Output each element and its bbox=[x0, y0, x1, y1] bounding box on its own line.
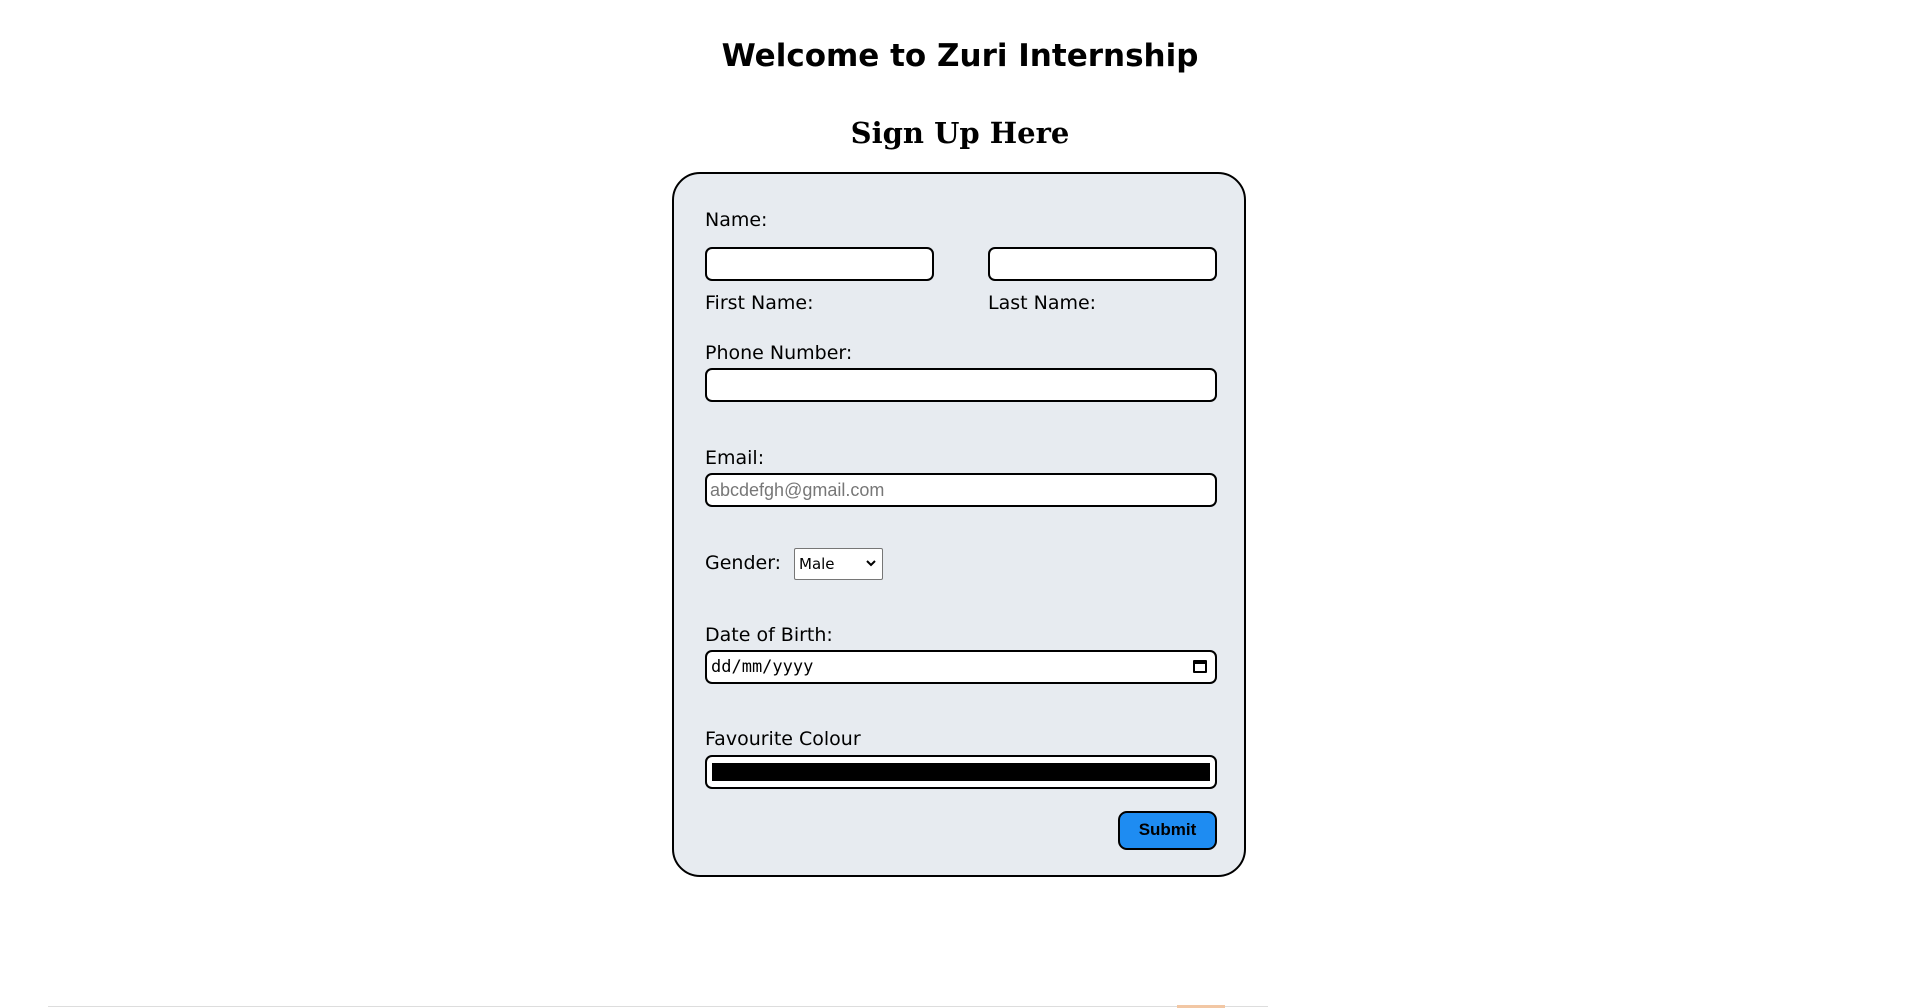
colour-label: Favourite Colour bbox=[705, 728, 861, 750]
colour-swatch bbox=[712, 763, 1210, 781]
calendar-icon[interactable] bbox=[1193, 660, 1207, 673]
signup-form: Name: First Name: Last Name: Phone Numbe… bbox=[672, 172, 1246, 877]
dob-placeholder: dd/mm/yyyy bbox=[711, 657, 814, 677]
dob-input[interactable]: dd/mm/yyyy bbox=[705, 650, 1217, 684]
email-label: Email: bbox=[705, 447, 765, 469]
gender-select[interactable]: Male bbox=[794, 548, 883, 580]
email-placeholder: abcdefgh@gmail.com bbox=[710, 480, 885, 500]
email-input[interactable]: abcdefgh@gmail.com bbox=[705, 473, 1217, 507]
phone-input[interactable] bbox=[705, 368, 1217, 402]
colour-input[interactable] bbox=[705, 755, 1217, 789]
dob-label: Date of Birth: bbox=[705, 624, 833, 646]
name-label: Name: bbox=[705, 209, 768, 231]
gender-label: Gender: bbox=[705, 552, 782, 574]
page-title: Welcome to Zuri Internship bbox=[721, 38, 1199, 74]
gender-selected-value: Male bbox=[799, 555, 835, 573]
bottom-divider bbox=[48, 1006, 1268, 1007]
last-name-input[interactable] bbox=[988, 247, 1217, 281]
page-subtitle: Sign Up Here bbox=[850, 116, 1070, 150]
first-name-label: First Name: bbox=[705, 292, 814, 314]
submit-button[interactable]: Submit bbox=[1118, 811, 1217, 850]
last-name-label: Last Name: bbox=[988, 292, 1097, 314]
page: Welcome to Zuri Internship Sign Up Here … bbox=[0, 0, 1920, 1008]
chevron-down-icon bbox=[866, 560, 876, 567]
phone-label: Phone Number: bbox=[705, 342, 853, 364]
first-name-input[interactable] bbox=[705, 247, 934, 281]
